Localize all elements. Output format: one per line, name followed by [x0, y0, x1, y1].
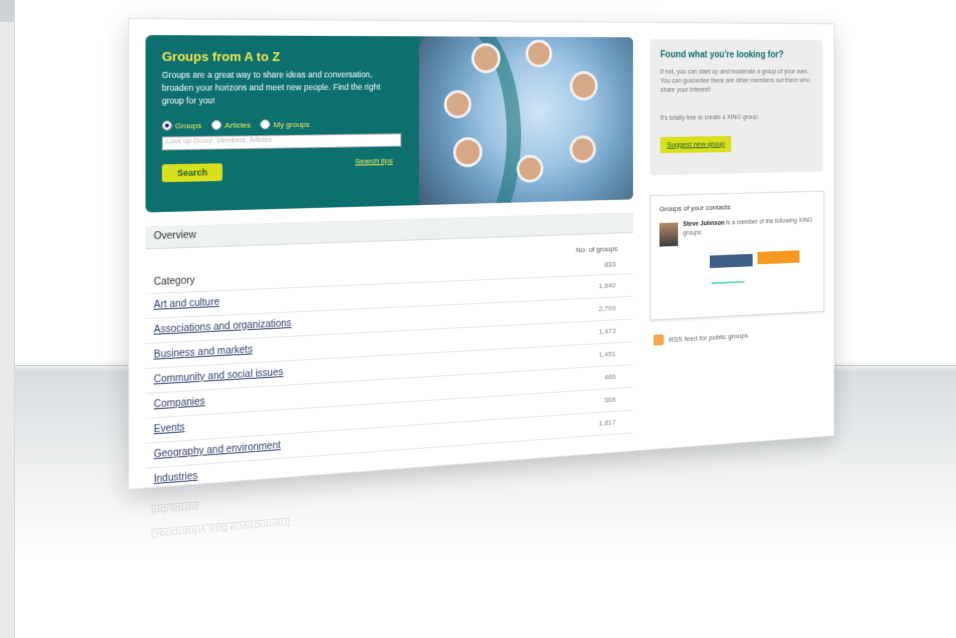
group-logo[interactable]	[757, 250, 800, 265]
radio-my-groups[interactable]: My groups	[260, 119, 310, 130]
people-photo	[381, 35, 634, 213]
search-input[interactable]: Look up Group, Members, Articles	[161, 133, 402, 151]
banner-title: Groups from A to Z	[161, 49, 281, 64]
group-logo[interactable]	[661, 260, 695, 274]
radio-articles[interactable]: Articles	[211, 119, 251, 130]
contacts-groups-box: Groups of your contacts Steve Johnson is…	[650, 190, 825, 321]
banner-text: Groups are a great way to share ideas an…	[161, 69, 381, 106]
found-text-free: It's totally free to create a XING group…	[660, 114, 759, 122]
group-logo[interactable]	[711, 280, 745, 297]
radio-dot-icon	[260, 119, 271, 130]
suggest-group-button[interactable]: Suggest new group	[660, 135, 732, 154]
rss-feed-link[interactable]: RSS feed for public groups	[653, 330, 748, 346]
search-button[interactable]: Search	[161, 163, 223, 183]
search-tips-link[interactable]: Search tips	[355, 156, 393, 165]
group-logo[interactable]	[670, 283, 695, 297]
radio-dot-icon	[211, 119, 222, 130]
page-screenshot: Groups from A to Z Groups are a great wa…	[128, 18, 835, 493]
overview-table: Overview No. of groups Category 833 Art a…	[145, 212, 634, 493]
radio-groups[interactable]: Groups	[161, 120, 202, 131]
found-text: If not, you can start up and moderate a …	[660, 68, 810, 94]
found-title: Found what you're looking for?	[660, 50, 784, 61]
search-scope-radios: Groups Articles My groups	[161, 119, 310, 131]
member-name[interactable]: Steve Johnson	[683, 220, 724, 228]
radio-dot-icon	[161, 120, 173, 131]
rss-icon	[653, 334, 664, 346]
member-text: Steve Johnson is a member of the followi…	[683, 217, 813, 237]
contacts-title: Groups of your contacts	[659, 202, 731, 214]
groups-banner: Groups from A to Z Groups are a great wa…	[145, 35, 634, 213]
found-box: Found what you're looking for? If not, y…	[650, 39, 823, 176]
avatar[interactable]	[659, 222, 679, 247]
group-logo[interactable]	[759, 275, 791, 289]
group-logo[interactable]	[709, 253, 753, 269]
